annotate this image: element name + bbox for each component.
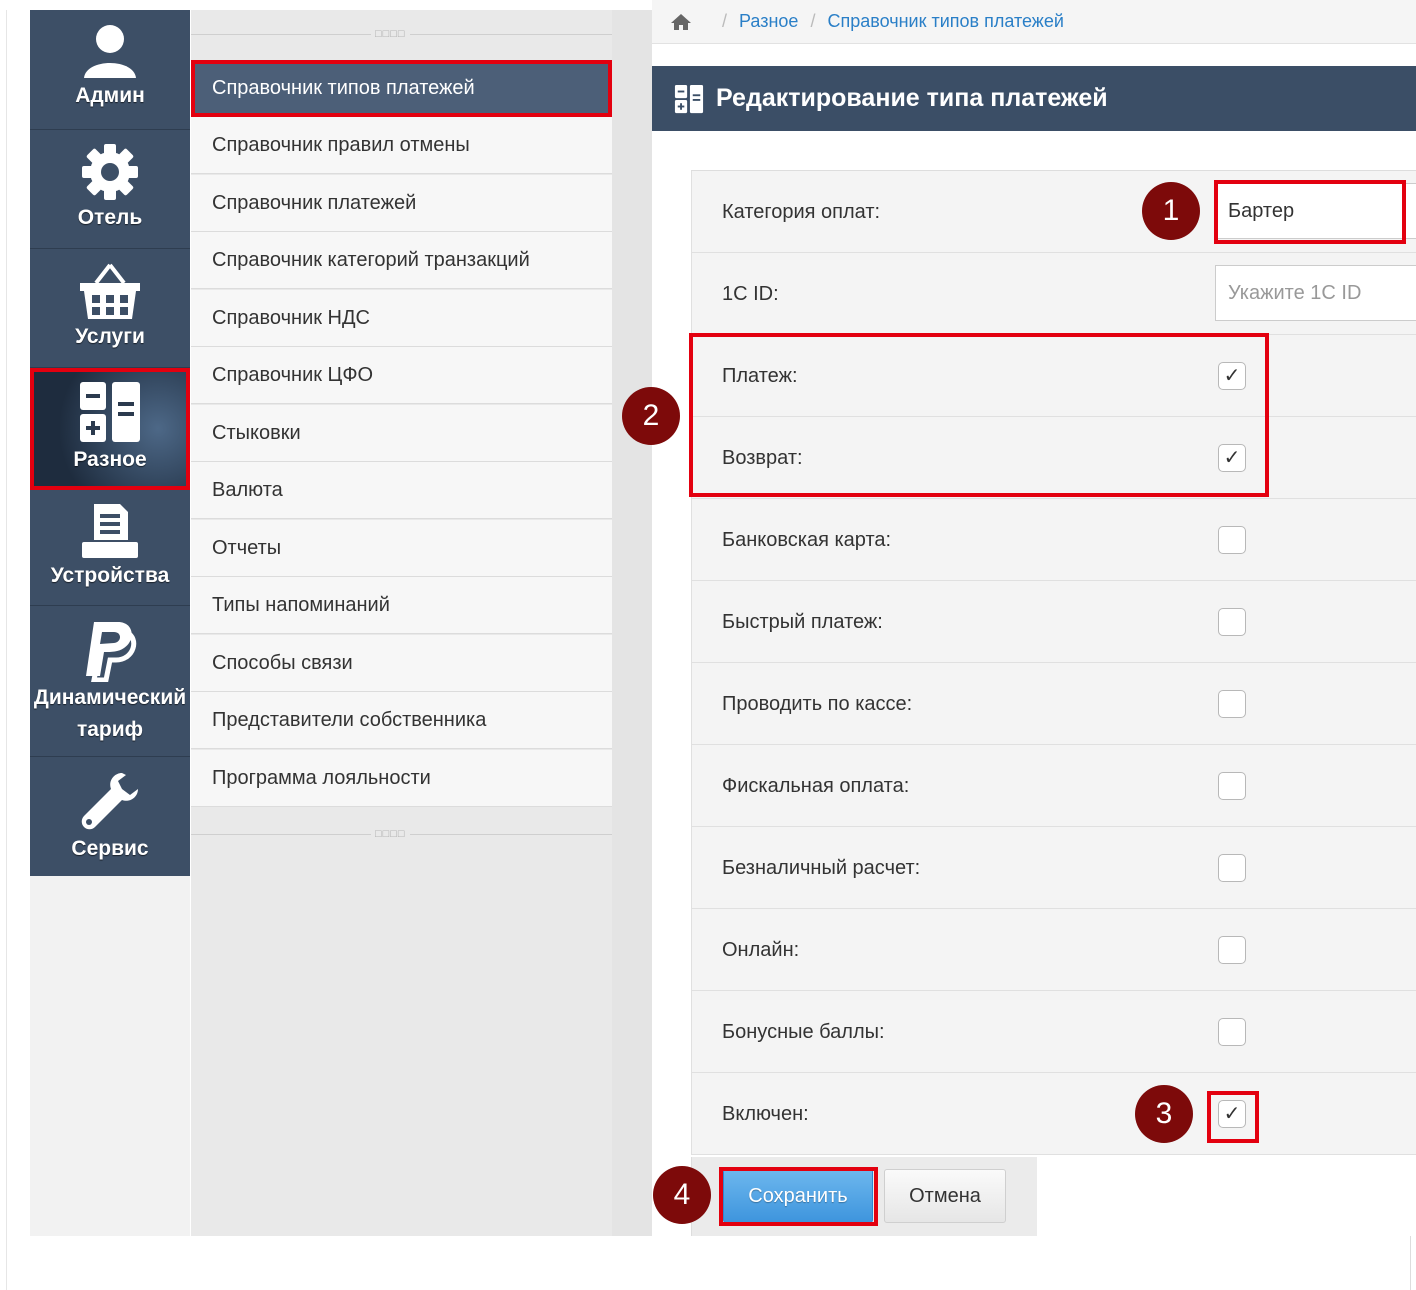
- annotation-badge-1: 1: [1142, 182, 1200, 240]
- enabled-label: Включен:: [722, 1103, 809, 1125]
- submenu-item-cancel-rules[interactable]: Справочник правил отмены: [191, 117, 612, 174]
- fiscal-label: Фискальная оплата:: [722, 775, 910, 797]
- submenu-item-owner-representatives[interactable]: Представители собственника: [191, 692, 612, 749]
- onec-id-label: 1С ID:: [722, 283, 779, 305]
- refund-label: Возврат:: [722, 447, 803, 469]
- form-row-bank-card: Банковская карта:: [691, 499, 1416, 581]
- form-row-bonus: Бонусные баллы:: [691, 991, 1416, 1073]
- sidebar-item-devices[interactable]: Устройства: [30, 490, 190, 606]
- refund-checkbox[interactable]: ✓: [1218, 444, 1246, 472]
- online-checkbox[interactable]: [1218, 936, 1246, 964]
- annotation-badge-2: 2: [622, 387, 680, 445]
- home-icon[interactable]: [670, 13, 692, 31]
- bonus-checkbox[interactable]: [1218, 1018, 1246, 1046]
- category-label: Категория оплат:: [722, 201, 881, 223]
- column-divider: [612, 10, 652, 1236]
- printer-icon: [82, 504, 138, 558]
- cashdesk-checkbox[interactable]: [1218, 690, 1246, 718]
- cashless-label: Безналичный расчет:: [722, 857, 921, 879]
- form-row-online: Онлайн:: [691, 909, 1416, 991]
- bank-card-checkbox[interactable]: [1218, 526, 1246, 554]
- panel-title: Редактирование типа платежей: [716, 84, 1108, 112]
- sidebar-item-misc[interactable]: Разное: [30, 368, 190, 490]
- annotation-badge-3: 3: [1135, 1085, 1193, 1143]
- fiscal-checkbox[interactable]: [1218, 772, 1246, 800]
- breadcrumb-separator: /: [722, 11, 728, 31]
- sidebar-item-label: Сервис: [71, 837, 149, 860]
- gear-icon: [82, 144, 138, 200]
- sidebar-empty-area: [30, 876, 190, 1236]
- left-border: [6, 10, 7, 1290]
- cancel-button[interactable]: Отмена: [884, 1169, 1006, 1223]
- cashdesk-label: Проводить по кассе:: [722, 693, 913, 715]
- submenu-item-currency[interactable]: Валюта: [191, 462, 612, 519]
- quick-payment-label: Быстрый платеж:: [722, 611, 883, 633]
- submenu-item-loyalty-program[interactable]: Программа лояльности: [191, 750, 612, 807]
- annotation-badge-4: 4: [653, 1166, 711, 1224]
- wrench-icon: [81, 773, 138, 830]
- sidebar-item-label-line1: Динамический: [33, 686, 187, 709]
- submenu-item-vat[interactable]: Справочник НДС: [191, 290, 612, 347]
- sidebar-item-dynamic-tariff[interactable]: Динамический тариф: [30, 606, 190, 757]
- sidebar-item-label: Устройства: [50, 564, 170, 587]
- save-button[interactable]: Сохранить: [723, 1169, 873, 1223]
- cashless-checkbox[interactable]: [1218, 854, 1246, 882]
- submenu-item-payment-types[interactable]: Справочник типов платежей: [191, 60, 612, 117]
- sidebar-item-label-line2: тариф: [76, 718, 144, 741]
- calculator-icon: [674, 84, 704, 113]
- basket-icon: [80, 263, 140, 319]
- form-footer: Сохранить Отмена: [691, 1157, 1037, 1236]
- icon-sidebar: Админ Отель Услуги Разное Устройства Дин…: [30, 10, 190, 876]
- submenu-item-payments[interactable]: Справочник платежей: [191, 175, 612, 232]
- sidebar-item-hotel[interactable]: Отель: [30, 130, 190, 249]
- category-select[interactable]: Бартер: [1215, 183, 1416, 239]
- bonus-label: Бонусные баллы:: [722, 1021, 885, 1043]
- breadcrumb: / Разное / Справочник типов платежей: [652, 0, 1416, 44]
- panel-header: Редактирование типа платежей: [652, 66, 1416, 131]
- right-border: [1410, 1236, 1411, 1290]
- form-row-category: Категория оплат: Бартер: [691, 171, 1416, 253]
- sidebar-item-label: Динамический тариф: [34, 682, 186, 746]
- form-row-payment: Платеж: ✓: [691, 335, 1416, 417]
- sidebar-item-service[interactable]: Сервис: [30, 757, 190, 876]
- onec-id-input[interactable]: Укажите 1С ID: [1215, 265, 1416, 321]
- form-row-quick-payment: Быстрый платеж:: [691, 581, 1416, 663]
- form-row-cashdesk: Проводить по кассе:: [691, 663, 1416, 745]
- submenu-item-transaction-categories[interactable]: Справочник категорий транзакций: [191, 232, 612, 289]
- form-row-enabled: Включен: ✓: [691, 1073, 1416, 1155]
- breadcrumb-separator: /: [810, 11, 816, 31]
- breadcrumb-link-payment-types[interactable]: Справочник типов платежей: [827, 11, 1063, 32]
- submenu-item-cfo[interactable]: Справочник ЦФО: [191, 347, 612, 404]
- sidebar-item-services[interactable]: Услуги: [30, 249, 190, 368]
- submenu-item-reports[interactable]: Отчеты: [191, 520, 612, 577]
- user-icon: [84, 25, 136, 78]
- sidebar-item-label: Отель: [77, 206, 143, 229]
- bank-card-label: Банковская карта:: [722, 529, 892, 551]
- calculator-icon: [80, 382, 140, 442]
- sidebar-item-label: Разное: [73, 448, 147, 471]
- submenu-item-contact-methods[interactable]: Способы связи: [191, 635, 612, 692]
- quick-payment-checkbox[interactable]: [1218, 608, 1246, 636]
- online-label: Онлайн:: [722, 939, 800, 961]
- payment-checkbox[interactable]: ✓: [1218, 362, 1246, 390]
- form-row-fiscal: Фискальная оплата:: [691, 745, 1416, 827]
- sidebar-item-label: Админ: [75, 84, 145, 107]
- breadcrumb-link-misc[interactable]: Разное: [739, 11, 798, 32]
- resize-grip-bottom[interactable]: □□□□: [191, 829, 612, 840]
- payment-type-form: Категория оплат: Бартер 1С ID: Укажите 1…: [691, 170, 1416, 1155]
- payment-label: Платеж:: [722, 365, 798, 387]
- resize-grip-top[interactable]: □□□□: [191, 29, 612, 40]
- sidebar-item-label: Услуги: [75, 325, 145, 348]
- paypal-icon: [86, 622, 137, 682]
- sidebar-item-admin[interactable]: Админ: [30, 10, 190, 130]
- form-row-refund: Возврат: ✓: [691, 417, 1416, 499]
- enabled-checkbox[interactable]: ✓: [1218, 1100, 1246, 1128]
- submenu-item-integrations[interactable]: Стыковки: [191, 405, 612, 462]
- submenu-item-reminder-types[interactable]: Типы напоминаний: [191, 577, 612, 634]
- form-row-1c-id: 1С ID: Укажите 1С ID: [691, 253, 1416, 335]
- submenu: □□□□ Справочник типов платежей Справочни…: [191, 10, 612, 1236]
- form-row-cashless: Безналичный расчет:: [691, 827, 1416, 909]
